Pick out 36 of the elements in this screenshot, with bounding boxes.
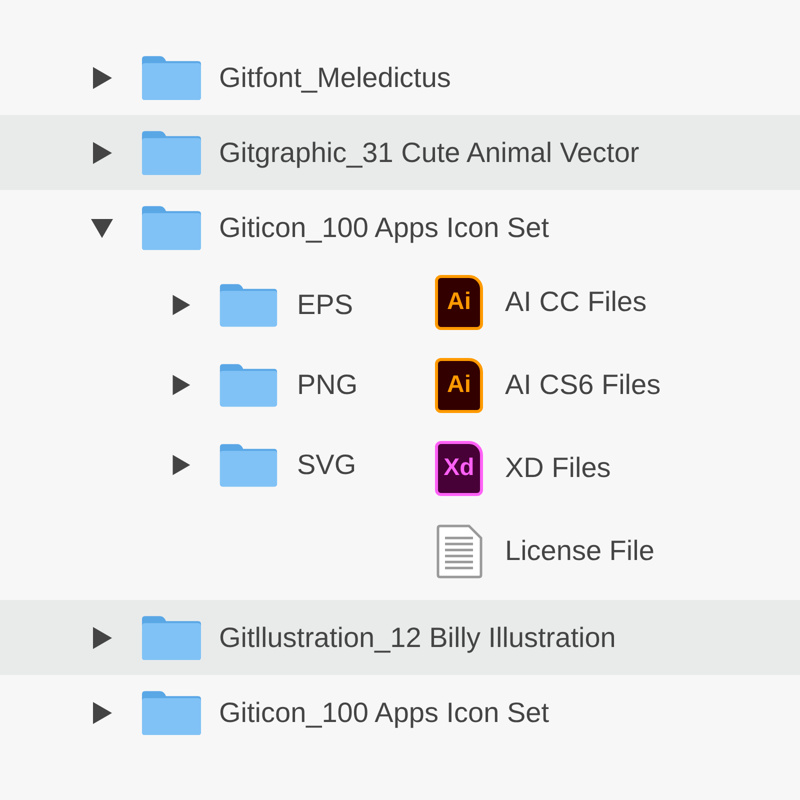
- folder-icon: [140, 204, 202, 250]
- illustrator-file-icon: Ai: [435, 274, 483, 330]
- folder-name: PNG: [297, 368, 358, 402]
- folder-name: Gitfont_Meledictus: [219, 60, 451, 95]
- file-name: XD Files: [505, 451, 611, 485]
- folder-row[interactable]: Gitfont_Meledictus: [0, 40, 800, 115]
- folder-row[interactable]: Gitllustration_12 Billy Illustration: [0, 600, 800, 675]
- collapsed-triangle-icon[interactable]: [170, 294, 192, 316]
- text-file-icon: [435, 524, 483, 578]
- folder-icon: [140, 614, 202, 660]
- folder-row[interactable]: Giticon_100 Apps Icon Set: [0, 190, 800, 265]
- xd-file-icon: Xd: [435, 440, 483, 496]
- folder-icon: [218, 443, 278, 487]
- folder-icon: [140, 130, 202, 176]
- file-name: License File: [505, 534, 654, 568]
- folder-icon: [140, 54, 202, 100]
- illustrator-file-icon: Ai: [435, 358, 483, 412]
- collapsed-triangle-icon[interactable]: [90, 66, 114, 90]
- collapsed-triangle-icon[interactable]: [90, 626, 114, 650]
- folder-row[interactable]: Giticon_100 Apps Icon Set: [0, 675, 800, 750]
- folder-name: Gitllustration_12 Billy Illustration: [219, 620, 616, 655]
- folder-icon: [140, 690, 202, 736]
- collapsed-triangle-icon[interactable]: [90, 140, 114, 164]
- folder-name: EPS: [297, 288, 354, 322]
- collapsed-triangle-icon[interactable]: [170, 454, 192, 476]
- file-name: AI CS6 Files: [505, 368, 661, 402]
- folder-name: Gitgraphic_31 Cute Animal Vector: [219, 136, 640, 170]
- file-name: AI CC Files: [505, 285, 647, 319]
- folder-icon: [218, 283, 278, 327]
- folder-row[interactable]: Gitgraphic_31 Cute Animal Vector: [0, 115, 800, 190]
- collapsed-triangle-icon[interactable]: [90, 700, 114, 724]
- folder-name: Giticon_100 Apps Icon Set: [219, 210, 549, 245]
- collapsed-triangle-icon[interactable]: [170, 374, 192, 396]
- folder-icon: [218, 363, 278, 407]
- folder-name: SVG: [297, 448, 356, 482]
- folder-name: Giticon_100 Apps Icon Set: [219, 696, 549, 730]
